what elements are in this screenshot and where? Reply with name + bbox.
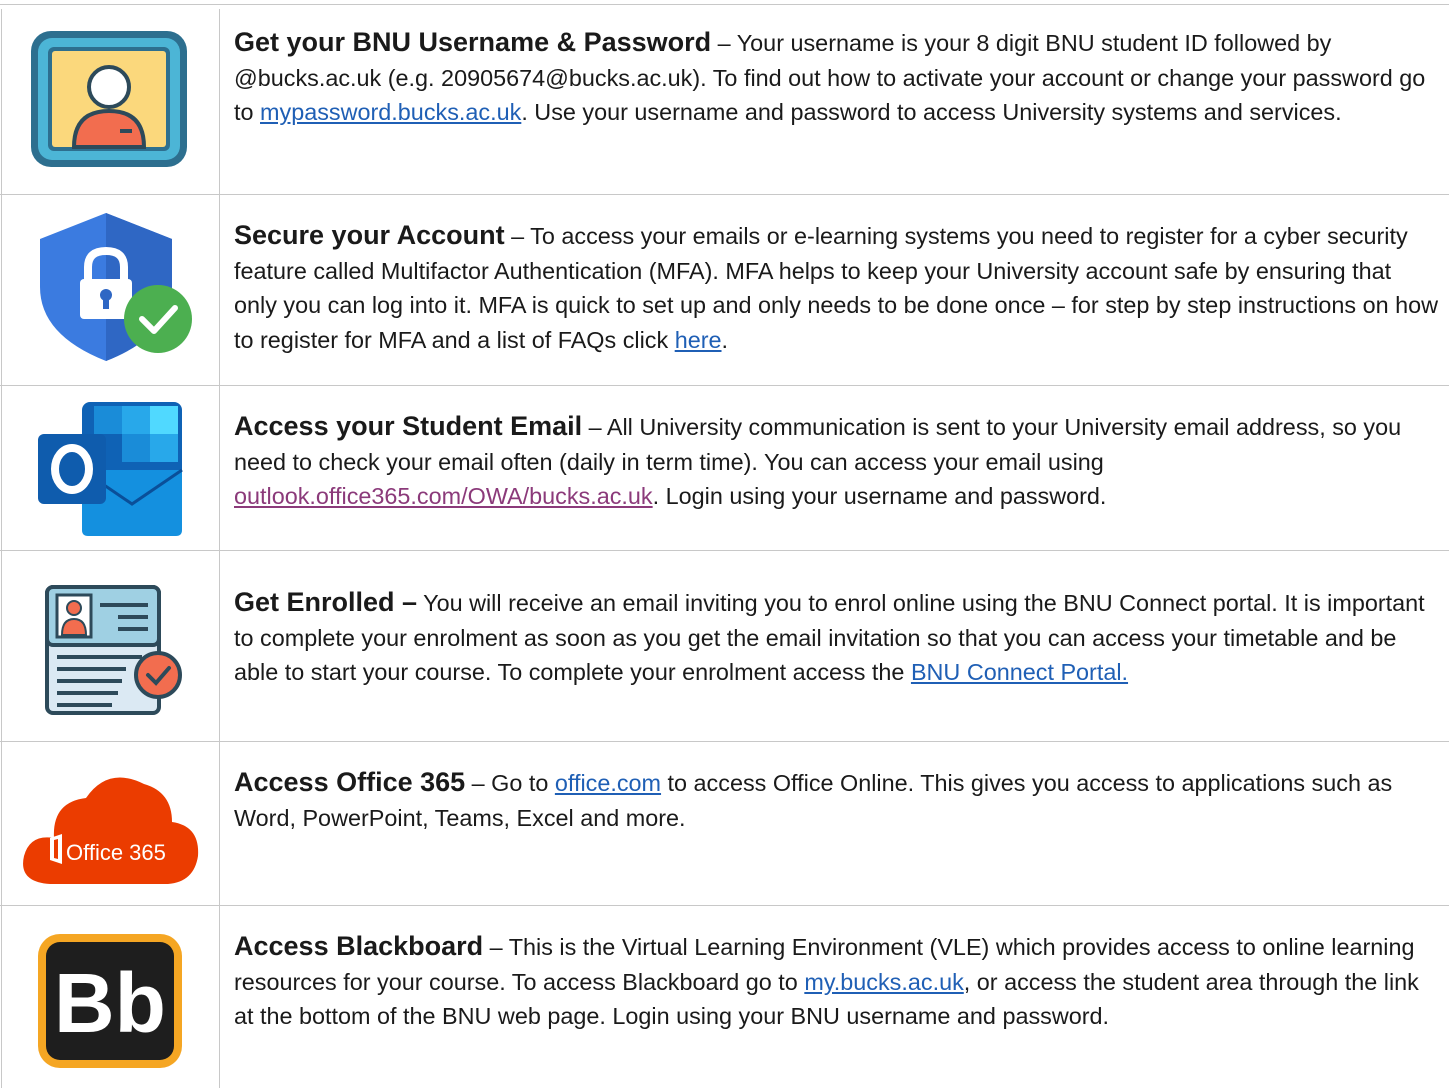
services-table: Get your BNU Username & Password – Your … (0, 0, 1449, 1088)
row-title: Secure your Account (234, 220, 505, 250)
row-title: Access your Student Email (234, 411, 583, 441)
outlook-icon (22, 400, 197, 540)
row-title: Get Enrolled – (234, 587, 418, 617)
bnu-connect-link[interactable]: BNU Connect Portal. (911, 659, 1128, 685)
blackboard-link[interactable]: my.bucks.ac.uk (804, 969, 963, 995)
user-account-icon (22, 25, 197, 175)
table-row: Office 365 Access Office 365 – Go to off… (0, 742, 1449, 906)
row-body-end: . Login using your username and password… (652, 483, 1107, 509)
row-title: Access Office 365 (234, 767, 466, 797)
security-shield-icon (22, 209, 197, 369)
mfa-help-link[interactable]: here (675, 327, 722, 353)
office-365-logo: Office 365 (22, 768, 199, 888)
blackboard-logo: Bb (22, 932, 197, 1072)
row-text: Get Enrolled – You will receive an email… (234, 585, 1439, 690)
table-row: Get your BNU Username & Password – Your … (0, 4, 1449, 195)
row-text: Get your BNU Username & Password – Your … (234, 25, 1439, 130)
row-text: Access your Student Email – All Universi… (234, 409, 1439, 514)
row-text: Access Blackboard – This is the Virtual … (234, 929, 1439, 1034)
row-text: Secure your Account – To access your ema… (234, 218, 1439, 357)
outlook-link[interactable]: outlook.office365.com/OWA/bucks.ac.uk (234, 483, 653, 509)
table-row: Secure your Account – To access your ema… (0, 195, 1449, 386)
row-title: Get your BNU Username & Password (234, 27, 712, 57)
row-text: Access Office 365 – Go to office.com to … (234, 765, 1439, 835)
row-body: – Go to (465, 770, 555, 796)
row-body-end: . Use your username and password to acce… (521, 99, 1342, 125)
mypassword-link[interactable]: mypassword.bucks.ac.uk (260, 99, 521, 125)
table-row: Bb Access Blackboard – This is the Virtu… (0, 906, 1449, 1088)
enrolment-form-icon (22, 581, 197, 721)
office-365-logo-text: Office 365 (66, 840, 166, 865)
blackboard-logo-text: Bb (54, 956, 166, 1050)
table-row: Get Enrolled – You will receive an email… (0, 551, 1449, 742)
row-body-end: . (721, 326, 729, 353)
row-title: Access Blackboard (234, 931, 484, 961)
table-row: Access your Student Email – All Universi… (0, 386, 1449, 551)
office-link[interactable]: office.com (555, 770, 661, 796)
